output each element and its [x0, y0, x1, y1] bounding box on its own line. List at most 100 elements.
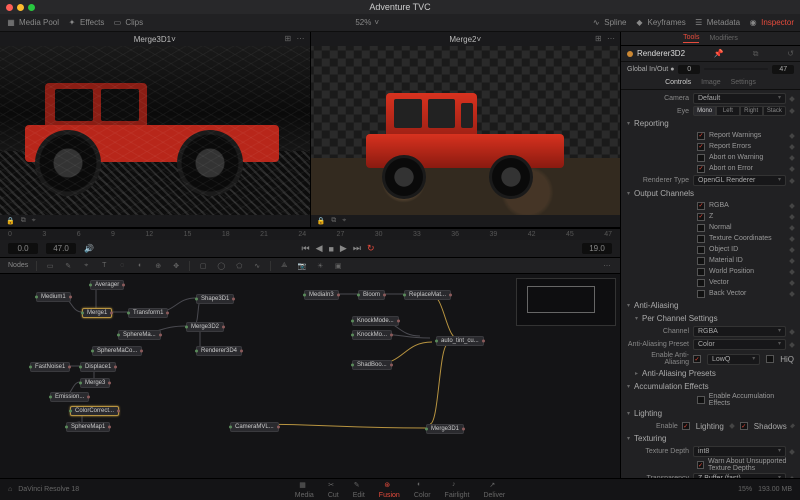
kf-icon[interactable] — [729, 423, 735, 429]
tool-blur-icon[interactable]: ◌ — [117, 262, 127, 269]
kf-icon[interactable] — [789, 203, 795, 209]
checkbox[interactable] — [697, 257, 705, 265]
range-slider[interactable] — [704, 68, 769, 70]
node-shadboo[interactable]: ShadBoo... — [352, 360, 392, 370]
last-frame-button[interactable]: ⏭ — [353, 243, 361, 254]
checkbox[interactable] — [697, 213, 705, 221]
inspector-tab-modifiers[interactable]: Modifiers — [709, 35, 737, 43]
tool-render-icon[interactable]: ▣ — [333, 262, 343, 270]
reset-icon[interactable]: ↺ — [787, 49, 794, 58]
page-fairlight[interactable]: ♪Fairlight — [445, 481, 470, 499]
node-knockmo[interactable]: KnockMo... — [352, 330, 392, 340]
current-time-field[interactable]: 19.0 — [582, 243, 612, 254]
kf-icon[interactable] — [789, 269, 795, 275]
kf-icon[interactable] — [789, 247, 795, 253]
tool-tracker-icon[interactable]: ⌖ — [81, 262, 91, 270]
texdepth-select[interactable]: int8 — [693, 446, 786, 457]
viewer-a-stereo-icon[interactable]: ⧉ — [21, 217, 26, 225]
range-start-field[interactable]: 0.0 — [8, 243, 38, 254]
first-frame-button[interactable]: ⏮ — [301, 243, 309, 254]
accum-enable-checkbox[interactable] — [697, 396, 705, 404]
node-merge1[interactable]: Merge1 — [82, 308, 112, 318]
section-aa-presets[interactable]: ▸Anti-Aliasing Presets — [621, 367, 800, 380]
kf-icon[interactable] — [789, 155, 795, 161]
section-lighting[interactable]: ▾Lighting — [621, 407, 800, 420]
global-in-field[interactable]: 0 — [678, 65, 700, 74]
subtab-settings[interactable]: Settings — [731, 79, 756, 86]
subtab-image[interactable]: Image — [701, 79, 720, 86]
viewer-a-opts-icon[interactable]: ⋯ — [297, 34, 306, 43]
node-merge3[interactable]: Merge3 — [80, 378, 110, 388]
spline-toggle[interactable]: ∿Spline — [591, 18, 626, 28]
page-cut[interactable]: ✂Cut — [328, 481, 339, 499]
checkbox[interactable] — [697, 235, 705, 243]
page-media[interactable]: ▦Media — [295, 481, 314, 499]
checkbox[interactable] — [697, 290, 705, 298]
kf-icon[interactable] — [789, 329, 795, 335]
global-out-field[interactable]: 47 — [772, 65, 794, 74]
aa-enable-checkbox[interactable] — [693, 355, 701, 363]
kf-icon[interactable] — [789, 166, 795, 172]
versions-icon[interactable]: ⧉ — [753, 49, 759, 59]
tool-background-icon[interactable]: ▭ — [45, 262, 55, 270]
node-mediain3[interactable]: MediaIn3 — [304, 290, 339, 300]
kf-icon[interactable] — [789, 280, 795, 286]
node-knockmode[interactable]: KnockMode... — [352, 316, 399, 326]
viewer-a-fit-icon[interactable]: ⊞ — [285, 34, 294, 43]
checkbox[interactable] — [697, 143, 705, 151]
viewer-a-snap-icon[interactable]: ⌖ — [32, 217, 36, 225]
inspector-tab-tools[interactable]: Tools — [683, 34, 699, 43]
node-medium1[interactable]: Medium1 — [36, 292, 71, 302]
kf-icon[interactable] — [789, 144, 795, 150]
kf-icon[interactable] — [789, 291, 795, 297]
tool-colorcorrect-icon[interactable]: ◐ — [135, 262, 145, 269]
viewer-b-snap-icon[interactable]: ⌖ — [342, 217, 346, 225]
node-navigator[interactable] — [516, 278, 616, 326]
traffic-lights[interactable] — [6, 4, 35, 11]
play-reverse-button[interactable]: ◀ — [316, 243, 323, 254]
node-replacemat[interactable]: ReplaceMat... — [404, 290, 451, 300]
inspector-body[interactable]: CameraDefault Eye Mono Left Right Stack … — [621, 90, 800, 478]
node-emission[interactable]: Emission... — [50, 392, 89, 402]
tool-mask-rect-icon[interactable]: ▢ — [198, 262, 208, 270]
play-forward-button[interactable]: ▶ — [340, 243, 347, 254]
viewer-b-viewport[interactable] — [311, 46, 621, 215]
viewer-b[interactable]: Merge2 ˅ ⊞⋯ 🔒⧉⌖ — [310, 32, 621, 227]
inspector-toggle[interactable]: ◉Inspector — [748, 18, 794, 28]
subtab-controls[interactable]: Controls — [665, 79, 691, 86]
pin-icon[interactable]: 📌 — [714, 49, 724, 58]
kf-icon[interactable] — [789, 133, 795, 139]
node-spherema[interactable]: SphereMa... — [118, 330, 161, 340]
node-spheremap1[interactable]: SphereMap1 — [66, 422, 110, 432]
aa-preset-select[interactable]: Color — [693, 339, 786, 350]
zoom-readout[interactable]: 52% ˅ — [355, 18, 379, 27]
viewer-b-fit-icon[interactable]: ⊞ — [595, 34, 604, 43]
clips-toggle[interactable]: ▭Clips — [112, 18, 143, 28]
node-bloom[interactable]: Bloom — [358, 290, 385, 300]
checkbox[interactable] — [697, 154, 705, 162]
page-fusion[interactable]: ⊛Fusion — [379, 481, 400, 499]
node-renderer3d4[interactable]: Renderer3D4 — [196, 346, 242, 356]
tool-3d-icon[interactable]: ⟁ — [279, 262, 289, 270]
section-reporting[interactable]: ▾Reporting — [621, 117, 800, 130]
checkbox[interactable] — [697, 279, 705, 287]
kf-icon[interactable] — [789, 258, 795, 264]
viewer-a-lock-icon[interactable]: 🔒 — [6, 217, 15, 225]
maximize-icon[interactable] — [28, 4, 35, 11]
keyframes-toggle[interactable]: ◆Keyframes — [635, 18, 686, 28]
node-cameramvl[interactable]: CameraMVL... — [230, 422, 279, 432]
kf-icon[interactable] — [789, 449, 795, 455]
checkbox[interactable] — [697, 268, 705, 276]
node-displace1[interactable]: Displace1 — [80, 362, 116, 372]
tool-text-icon[interactable]: T — [99, 262, 109, 269]
tool-paint-icon[interactable]: ✎ — [63, 262, 73, 270]
node-shape3d1[interactable]: Shape3D1 — [196, 294, 234, 304]
node-merge3d2[interactable]: Merge3D2 — [186, 322, 224, 332]
stop-button[interactable]: ■ — [328, 244, 333, 254]
node-averager[interactable]: Averager — [90, 280, 124, 290]
metadata-toggle[interactable]: ☰Metadata — [694, 18, 740, 28]
lighting-checkbox[interactable] — [682, 422, 690, 430]
checkbox[interactable] — [697, 165, 705, 173]
aa-channel-select[interactable]: RGBA — [693, 326, 786, 337]
minimize-icon[interactable] — [17, 4, 24, 11]
